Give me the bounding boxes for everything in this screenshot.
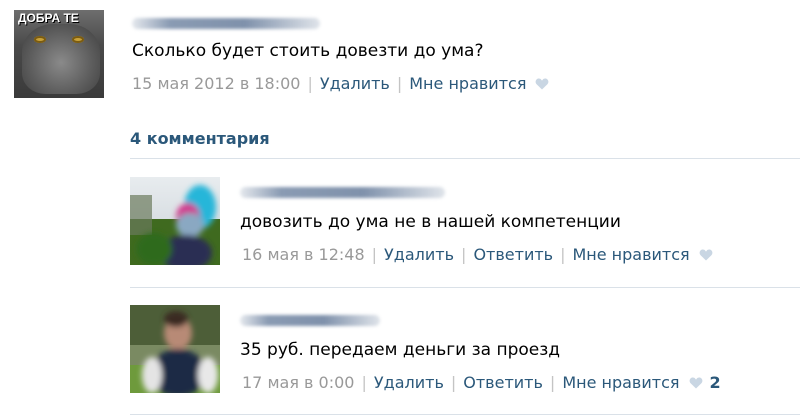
comment-text: 35 руб. передаем деньги за проезд: [240, 340, 561, 360]
comment-meta: 17 мая в 0:00 | Удалить | Ответить | Мне нрави…: [242, 373, 721, 392]
comment-like-link[interactable]: Мне нравится: [562, 373, 679, 392]
post-delete-link[interactable]: Удалить: [320, 74, 390, 93]
post-meta: 15 мая 2012 в 18:00 | Удалить | Мне нравится: [132, 74, 549, 93]
heart-icon[interactable]: [535, 78, 549, 90]
avatar-caption: ДОБРА ТЕ: [18, 11, 79, 25]
comments-divider: [130, 158, 800, 159]
post-author-name-blurred[interactable]: [132, 18, 320, 29]
comment-delete-link[interactable]: Удалить: [384, 245, 454, 264]
wall-post: ДОБРА ТЕ Сколько будет стоить довезти до…: [14, 10, 800, 110]
wall-post-page: ДОБРА ТЕ Сколько будет стоить довезти до…: [0, 0, 800, 418]
comment-author-avatar[interactable]: [130, 177, 220, 265]
separator: |: [307, 74, 313, 93]
separator: |: [461, 245, 467, 264]
comment-reply-link[interactable]: Ответить: [473, 245, 553, 264]
cat-photo: [22, 24, 100, 94]
comments-count-link[interactable]: 4 комментария: [130, 129, 270, 148]
separator: |: [371, 245, 378, 264]
post-author-avatar[interactable]: ДОБРА ТЕ: [14, 10, 104, 98]
avatar-photo: [130, 305, 220, 393]
separator: |: [549, 373, 556, 392]
comment-text: довозить до ума не в нашей компетенции: [240, 212, 621, 232]
comment-date[interactable]: 17 мая в 0:00: [242, 373, 354, 392]
separator: |: [560, 245, 566, 264]
heart-icon[interactable]: [689, 377, 703, 389]
comment-delete-link[interactable]: Удалить: [374, 373, 444, 392]
comment-like-link[interactable]: Мне нравится: [572, 245, 689, 264]
heart-icon[interactable]: [699, 249, 713, 261]
comment-meta: 16 мая в 12:48 | Удалить | Ответить | Мне нрав…: [242, 245, 713, 264]
separator: |: [450, 373, 457, 392]
post-like-link[interactable]: Мне нравится: [409, 74, 526, 93]
avatar-photo: [130, 177, 220, 265]
cat-eye-right: [72, 36, 84, 43]
post-text: Сколько будет стоить довезти до ума?: [132, 41, 484, 61]
comment-item: 35 руб. передаем деньги за проезд 17 мая…: [130, 305, 800, 418]
comment-item: довозить до ума не в нашей компетенции 1…: [130, 177, 800, 297]
comment-author-name-blurred[interactable]: [240, 315, 380, 326]
comment-divider: [130, 414, 800, 415]
comment-reply-link[interactable]: Ответить: [463, 373, 543, 392]
comment-author-name-blurred[interactable]: [240, 187, 445, 198]
comment-author-avatar[interactable]: [130, 305, 220, 393]
post-date[interactable]: 15 мая 2012 в 18:00: [132, 74, 300, 93]
comment-date[interactable]: 16 мая в 12:48: [242, 245, 365, 264]
like-count: 2: [709, 373, 721, 392]
comment-divider: [130, 287, 800, 288]
separator: |: [396, 74, 403, 93]
separator: |: [361, 373, 367, 392]
cat-eye-left: [34, 36, 46, 43]
